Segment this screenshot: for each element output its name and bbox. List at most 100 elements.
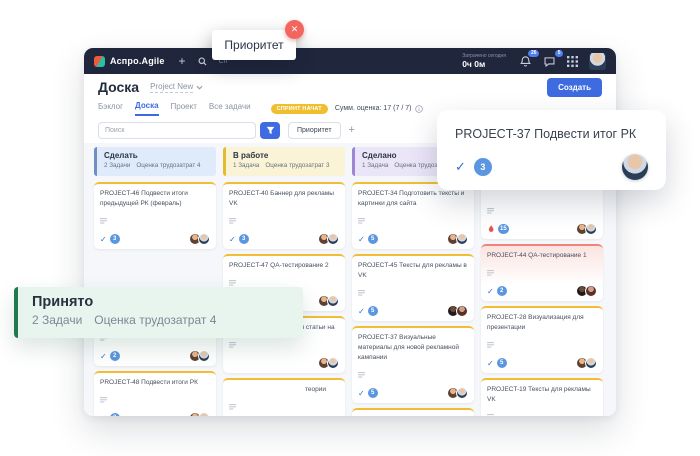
- task-card[interactable]: PROJECT-34 Подготовить тексты и картинки…: [352, 182, 474, 249]
- page-header: Доска Project New Создать: [84, 74, 616, 100]
- board-select-value: Project New: [150, 82, 193, 93]
- tab-all-tasks[interactable]: Все задачи: [209, 102, 251, 115]
- funnel-icon: [266, 126, 275, 135]
- avatar: [198, 412, 210, 416]
- close-icon[interactable]: ✕: [285, 20, 304, 39]
- column-meta: 1 ЗадачаОценка трудозатрат 3: [233, 162, 338, 169]
- description-icon-row: [100, 390, 210, 408]
- task-card[interactable]: PROJECT-23 Итоги РК✓5: [352, 408, 474, 416]
- description-icon: [229, 342, 236, 348]
- avatar: [327, 233, 339, 245]
- column-header[interactable]: Сделать2 ЗадачиОценка трудозатрат 4: [94, 147, 216, 176]
- estimate-badge: 5: [368, 306, 378, 316]
- check-icon: ✓: [358, 307, 365, 316]
- page-title: Доска: [98, 79, 139, 95]
- description-icon: [229, 404, 236, 410]
- task-title: PROJECT-19 Тексты для рекламы VK: [487, 385, 597, 405]
- column-estimate: Оценка трудозатрат 4: [136, 162, 200, 169]
- priority-filter-chip[interactable]: Приоритет: [288, 122, 341, 139]
- avatar: [585, 357, 597, 369]
- description-icon: [229, 218, 236, 224]
- assignee-avatars: [318, 295, 339, 307]
- task-card[interactable]: 15: [481, 182, 603, 239]
- add-icon[interactable]: +: [179, 55, 186, 67]
- info-icon[interactable]: [415, 105, 423, 113]
- check-icon: ✓: [100, 235, 107, 244]
- accepted-meta: 2 Задачи Оценка трудозатрат 4: [32, 313, 303, 327]
- task-card[interactable]: PROJECT-48 Подвести итоги РК✓3: [94, 371, 216, 416]
- assignee-avatars: [189, 233, 210, 245]
- task-card[interactable]: PROJECT-19 Тексты для рекламы VK✓5: [481, 378, 603, 416]
- grid-icon: [567, 56, 578, 67]
- description-icon: [100, 218, 107, 224]
- description-icon: [487, 342, 494, 348]
- task-meta: ✓5: [358, 233, 468, 245]
- avatar: [456, 387, 468, 399]
- chat-icon: [543, 55, 556, 68]
- assignee-avatars: [576, 223, 597, 235]
- description-icon-row: [358, 283, 468, 301]
- check-icon: ✓: [358, 235, 365, 244]
- task-popup-card[interactable]: PROJECT-37 Подвести итог РК ✓ 3: [437, 110, 666, 190]
- create-button[interactable]: Создать: [547, 78, 602, 97]
- estimate-badge: 3: [110, 234, 120, 244]
- assignee-avatars: [447, 387, 468, 399]
- search-icon[interactable]: [198, 57, 207, 66]
- board-select[interactable]: Project New: [150, 82, 203, 93]
- description-icon: [487, 270, 494, 276]
- task-card[interactable]: теории✓3: [223, 378, 345, 416]
- task-title: PROJECT-34 Подготовить тексты и картинки…: [358, 189, 468, 209]
- app-logo-icon: [94, 56, 105, 67]
- avatar: [198, 233, 210, 245]
- description-icon-row: [229, 211, 339, 229]
- search-input[interactable]: [98, 122, 256, 139]
- check-icon: ✓: [100, 352, 107, 361]
- task-popup-meta: ✓ 3: [455, 154, 648, 180]
- board-column: В работе 1 ЗадачаОценка трудозатрат 3 PROJ…: [223, 147, 345, 416]
- estimate-badge: 2: [497, 286, 507, 296]
- tab-project[interactable]: Проект: [171, 102, 197, 115]
- urgent-indicator: [487, 224, 495, 234]
- task-meta: ✓3: [229, 233, 339, 245]
- chevron-down-icon: [196, 85, 203, 90]
- tab-board[interactable]: Доска: [135, 101, 158, 116]
- app-window: Аспро.Agile + Сп Затрачено сегодня 0ч 0м…: [84, 48, 616, 416]
- add-filter-button[interactable]: +: [349, 124, 355, 136]
- task-title: PROJECT-47 QA-тестирование 2: [229, 261, 339, 271]
- top-navbar: Аспро.Agile + Сп Затрачено сегодня 0ч 0м…: [84, 48, 616, 74]
- task-card[interactable]: PROJECT-28 Визуализация для презентации✓…: [481, 306, 603, 373]
- notifications-button[interactable]: 26: [519, 55, 532, 68]
- task-card[interactable]: PROJECT-37 Визуальные материалы для ново…: [352, 326, 474, 403]
- task-meta: ✓3: [100, 233, 210, 245]
- description-icon: [358, 218, 365, 224]
- column-estimate: Оценка трудозатрат 3: [265, 162, 329, 169]
- user-avatar[interactable]: [589, 53, 606, 70]
- priority-tooltip: Приоритет ✕: [212, 30, 296, 60]
- column-title: В работе: [233, 151, 338, 160]
- check-icon: ✓: [455, 160, 466, 175]
- avatar: [198, 350, 210, 362]
- task-card[interactable]: PROJECT-45 Тексты для рекламы в VK✓5: [352, 254, 474, 321]
- tab-backlog[interactable]: Бэклог: [98, 102, 123, 115]
- filter-button[interactable]: [260, 122, 280, 139]
- apps-grid-button[interactable]: [567, 56, 578, 67]
- description-icon-row: [358, 211, 468, 229]
- estimate-badge: 3: [474, 158, 492, 176]
- fire-icon: [487, 224, 495, 234]
- check-icon: ✓: [487, 359, 494, 368]
- avatar: [327, 295, 339, 307]
- task-title: PROJECT-48 Подвести итоги РК: [100, 378, 210, 388]
- task-meta: ✓5: [358, 305, 468, 317]
- description-icon: [358, 290, 365, 296]
- check-icon: ✓: [100, 414, 107, 416]
- task-card[interactable]: PROJECT-44 QA-тестирование 1✓2: [481, 244, 603, 301]
- time-tracker: Затрачено сегодня 0ч 0м: [462, 53, 506, 69]
- column-header[interactable]: В работе 1 ЗадачаОценка трудозатрат 3: [223, 147, 345, 176]
- messages-button[interactable]: 5: [543, 55, 556, 68]
- assignee-avatars: [576, 357, 597, 369]
- description-icon-row: [229, 397, 339, 415]
- task-card[interactable]: PROJECT-46 Подвести итоги предыдущей РК …: [94, 182, 216, 249]
- task-card[interactable]: PROJECT-40 Баннер для рекламы VK✓3: [223, 182, 345, 249]
- page: Аспро.Agile + Сп Затрачено сегодня 0ч 0м…: [0, 0, 700, 456]
- messages-badge: 5: [555, 50, 563, 58]
